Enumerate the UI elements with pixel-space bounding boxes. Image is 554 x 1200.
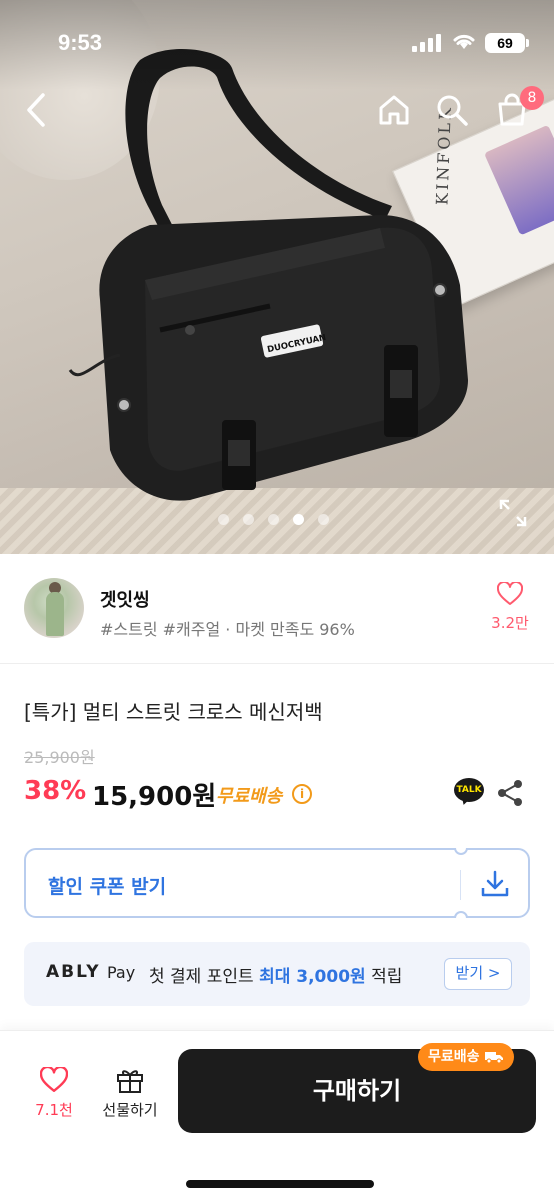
coupon-download-button[interactable]: 할인 쿠폰 받기 — [24, 848, 530, 918]
shop-like-count: 3.2만 — [491, 614, 529, 632]
original-price: 25,900원 — [24, 748, 95, 767]
cart-count-badge: 8 — [520, 86, 544, 110]
shop-like-button[interactable]: 3.2만 — [484, 580, 536, 633]
top-navigation — [0, 84, 554, 134]
truck-icon — [484, 1052, 503, 1064]
discount-rate: 38% — [24, 776, 87, 806]
back-button[interactable] — [16, 90, 56, 130]
heart-icon — [496, 580, 524, 605]
shop-name[interactable]: 겟잇씽 — [100, 586, 150, 612]
heart-icon — [39, 1065, 69, 1092]
sale-price: 15,900원 — [92, 782, 217, 812]
ably-pay-receive-button[interactable]: 받기 > — [444, 958, 512, 990]
expand-icon[interactable] — [498, 498, 528, 528]
battery-icon: 69 — [485, 33, 525, 53]
shop-avatar[interactable] — [24, 578, 84, 638]
ably-pay-message: 첫 결제 포인트 최대 3,000원 적립 — [149, 967, 403, 987]
carousel-dot[interactable] — [243, 514, 254, 525]
talk-icon: TALK — [454, 778, 484, 802]
home-icon — [379, 95, 409, 125]
coupon-label: 할인 쿠폰 받기 — [48, 876, 167, 898]
status-bar: 9:53 69 — [0, 0, 554, 80]
price-row: 38% 15,900원 무료배송 i TALK — [24, 774, 544, 814]
product-image-carousel[interactable]: KINFOLK DUOCRYUAN 9:53 69 8 — [0, 0, 554, 554]
product-title: [특가] 멀티 스트릿 크로스 메신저백 — [24, 700, 323, 724]
home-indicator[interactable] — [186, 1180, 374, 1188]
ably-pay-label: Pay — [107, 963, 136, 982]
status-time: 9:53 — [58, 30, 103, 55]
bottom-action-bar: 7.1천 선물하기 구매하기 무료배송 — [0, 1030, 554, 1200]
wifi-icon — [453, 34, 475, 49]
gift-label: 선물하기 — [102, 1101, 158, 1119]
carousel-dot[interactable] — [268, 514, 279, 525]
carousel-dot[interactable] — [218, 514, 229, 525]
gift-icon — [117, 1070, 143, 1093]
home-button[interactable] — [374, 90, 414, 130]
share-icon[interactable] — [496, 778, 524, 808]
carousel-dot-active[interactable] — [293, 514, 304, 525]
shop-tags: #스트릿 #캐주얼 · 마켓 만족도 96% — [100, 620, 355, 639]
ably-pay-banner[interactable]: ABLY Pay 첫 결제 포인트 최대 3,000원 적립 받기 > — [24, 942, 530, 1006]
shop-info-row[interactable]: 겟잇씽 #스트릿 #캐주얼 · 마켓 만족도 96% 3.2만 — [0, 554, 554, 664]
like-count: 7.1천 — [35, 1101, 73, 1119]
gift-button[interactable]: 선물하기 — [94, 1065, 166, 1120]
chevron-left-icon — [27, 93, 45, 127]
cellular-signal-icon — [412, 34, 441, 52]
search-icon — [437, 95, 468, 126]
carousel-indicator — [218, 514, 329, 525]
like-button[interactable]: 7.1천 — [28, 1065, 80, 1120]
info-icon[interactable]: i — [292, 784, 312, 804]
search-button[interactable] — [432, 90, 472, 130]
kakao-talk-share-button[interactable]: TALK — [454, 778, 484, 807]
download-icon[interactable] — [478, 867, 512, 901]
ably-logo: ABLY — [46, 962, 101, 982]
free-shipping-label: 무료배송 — [216, 786, 283, 807]
carousel-dot[interactable] — [318, 514, 329, 525]
free-shipping-badge: 무료배송 — [418, 1043, 514, 1071]
